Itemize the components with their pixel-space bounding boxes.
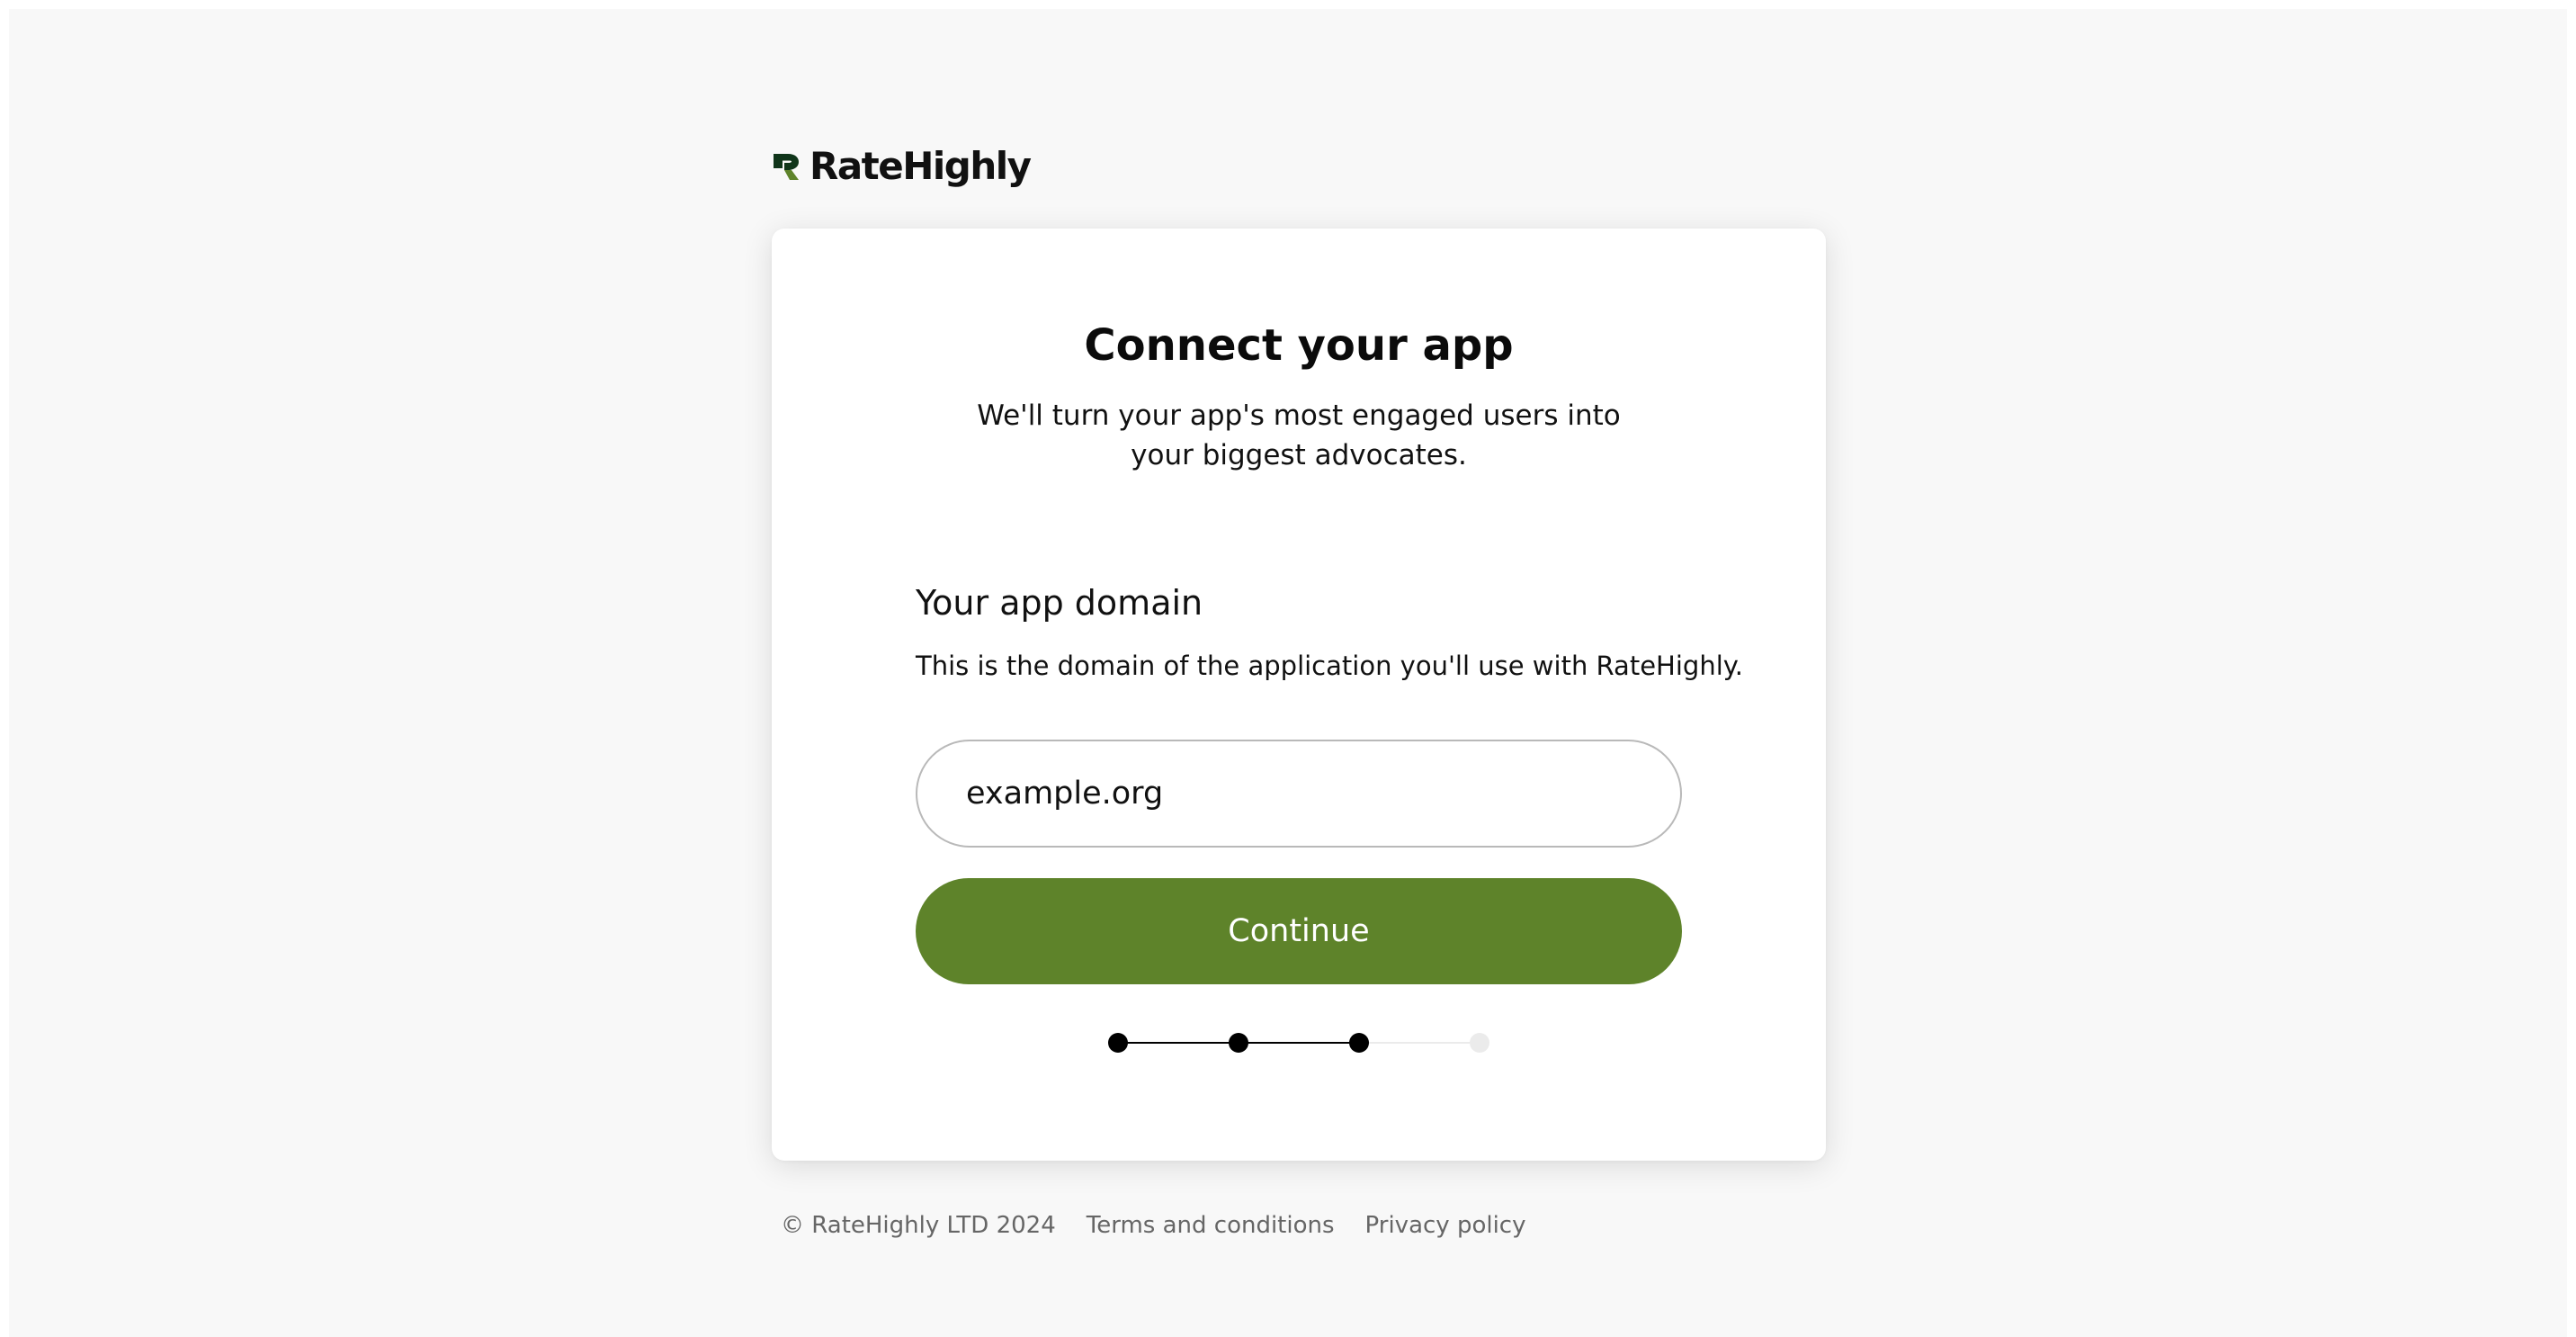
footer-copyright: © RateHighly LTD 2024 [781, 1212, 1056, 1239]
connect-app-card: Connect your app We'll turn your app's m… [772, 229, 1826, 1161]
domain-field-label: Your app domain [916, 583, 1203, 623]
step-connector-1 [1118, 1042, 1239, 1044]
continue-button[interactable]: Continue [916, 878, 1682, 984]
step-dot-1 [1108, 1033, 1128, 1053]
step-connector-3 [1359, 1042, 1480, 1044]
ratehighly-logo-mark-icon [774, 154, 799, 180]
brand-logo[interactable]: RateHighly [772, 144, 1032, 188]
step-dot-3 [1349, 1033, 1369, 1053]
domain-field-help: This is the domain of the application yo… [916, 651, 1743, 681]
brand-name: RateHighly [809, 144, 1032, 188]
page-background: RateHighly Connect your app We'll turn y… [9, 9, 2567, 1337]
footer: © RateHighly LTD 2024 Terms and conditio… [781, 1207, 1526, 1243]
page-title: Connect your app [1084, 320, 1514, 371]
progress-stepper [1108, 1031, 1489, 1054]
step-dot-2 [1229, 1033, 1248, 1053]
domain-input[interactable] [916, 740, 1682, 848]
footer-privacy-link[interactable]: Privacy policy [1365, 1207, 1526, 1243]
page-subtitle: We'll turn your app's most engaged users… [977, 399, 1621, 471]
step-dot-4 [1470, 1033, 1489, 1053]
footer-terms-link[interactable]: Terms and conditions [1087, 1207, 1335, 1243]
step-connector-2 [1239, 1042, 1359, 1044]
